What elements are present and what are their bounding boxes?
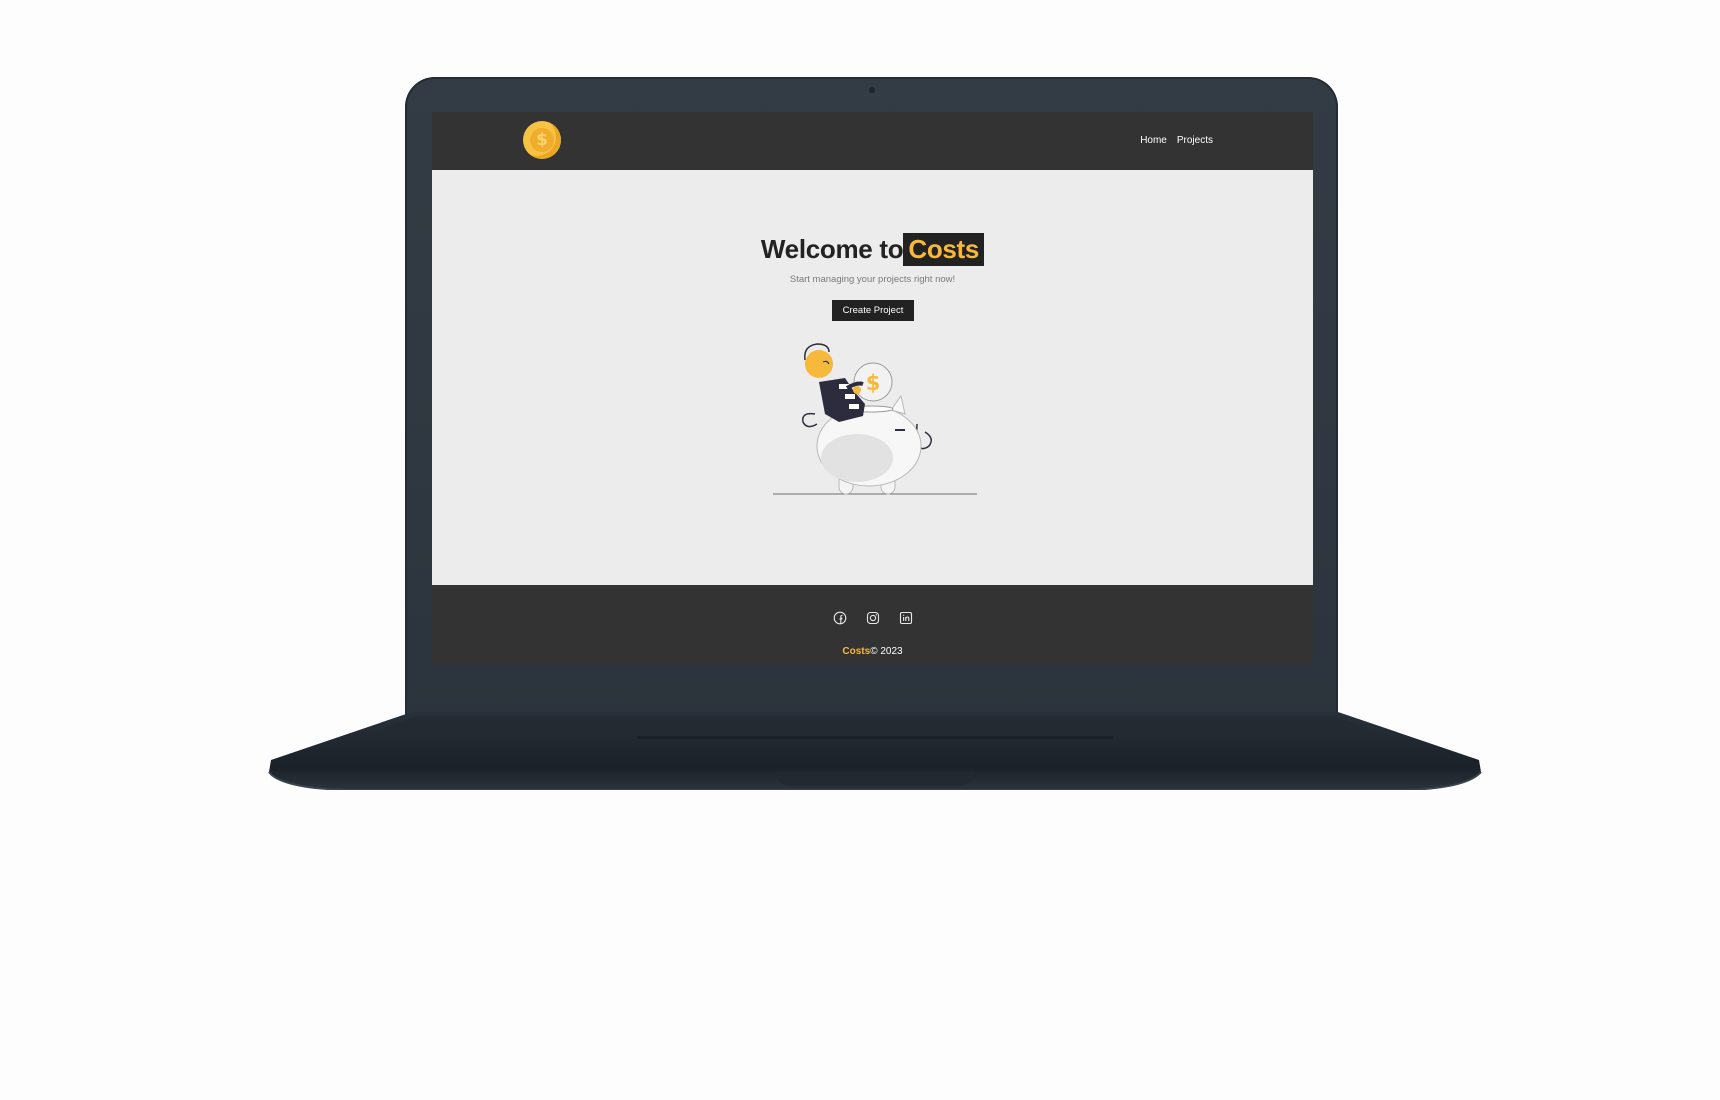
pig-belly-shade: [821, 434, 893, 482]
navbar: $ Home Projects: [432, 112, 1313, 170]
laptop-mockup-scene: $ Home Projects Welcome to Costs Start ma…: [0, 0, 1720, 1100]
trackpad-notch: [775, 772, 975, 786]
nav-link-projects[interactable]: Projects: [1177, 135, 1213, 146]
instagram-icon[interactable]: [866, 611, 880, 625]
facebook-icon[interactable]: [833, 611, 847, 625]
person-stripe-2: [845, 394, 855, 399]
hinge-line: [637, 736, 1113, 739]
page-title: Welcome to Costs: [432, 233, 1313, 266]
website-screen: $ Home Projects Welcome to Costs Start ma…: [432, 112, 1313, 664]
laptop-base: [268, 712, 1482, 790]
copyright-year: © 2023: [870, 646, 903, 657]
social-icons: [432, 611, 1313, 625]
create-project-button[interactable]: Create Project: [832, 300, 914, 321]
title-highlight: Costs: [903, 233, 985, 266]
nav-link-home[interactable]: Home: [1140, 135, 1167, 146]
title-prefix: Welcome to: [760, 234, 904, 264]
person-stripe-3: [849, 404, 859, 409]
linkedin-icon[interactable]: [899, 611, 913, 625]
laptop-camera: [868, 87, 875, 93]
page-subtitle: Start managing your projects right now!: [789, 274, 956, 285]
keyboard-area: [373, 716, 1377, 732]
copyright-brand: Costs: [842, 646, 871, 657]
coin-dollar-sign: $: [866, 371, 881, 395]
copyright-text: Costs© 2023: [432, 646, 1313, 657]
dollar-coin-icon[interactable]: $: [523, 121, 561, 159]
logo-dollar-sign: $: [530, 128, 554, 152]
piggy-bank-savings-illustration: $: [773, 343, 977, 495]
nav-links: Home Projects: [1140, 135, 1213, 146]
footer: Costs© 2023: [432, 585, 1313, 664]
person-hand: [853, 386, 861, 394]
person-swirl: [802, 412, 818, 428]
